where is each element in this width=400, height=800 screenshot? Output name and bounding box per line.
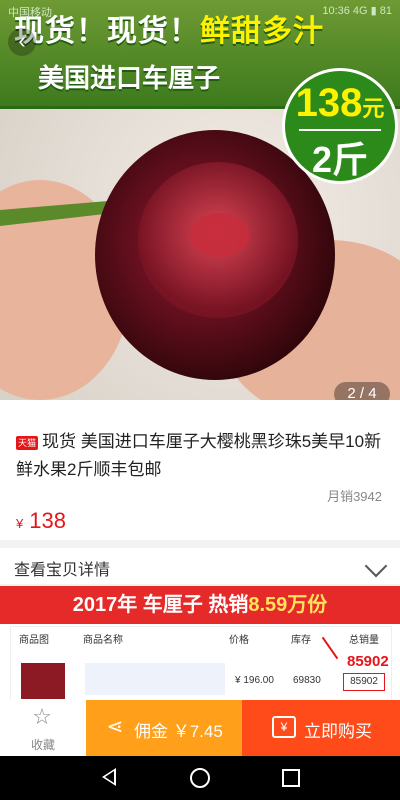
price-badge-unit: 元 [362,96,385,121]
table-price: ¥ 196.00 [235,675,274,686]
table-sales: 85902 [343,673,385,691]
product-price: ¥138 [16,508,66,534]
monthly-sales: 月销3942 [327,489,382,504]
buy-now-label: 立即购买 [304,722,372,741]
currency-symbol: ¥ [16,516,24,531]
chevron-down-icon [364,554,388,578]
col-name: 商品名称 [83,635,123,646]
commission-share-button[interactable]: ⋖ 佣金 ￥7.45 [86,700,242,756]
price-value: 138 [29,508,66,533]
sales-table: 商品图 商品名称 价格 库存 总销量 ¥ 196.00 69830 85902 … [10,626,392,700]
col-sales: 总销量 [349,635,379,646]
highlight-sales: 85902 [347,653,389,670]
action-bar: ☆ 收藏 ⋖ 佣金 ￥7.45 ¥ 立即购买 [0,700,400,756]
banner-subheadline: 美国进口车厘子 [38,63,221,93]
table-stock: 69830 [293,675,321,686]
image-counter: 2 / 4 [334,382,390,400]
product-page: 现货！现货！鲜甜多汁 美国进口车厘子 中国移动 10:36 4G ▮ 81 ‹ … [0,0,400,800]
product-info: 天猫 现货 美国进口车厘子大樱桃黑珍珠5美早10新鲜水果2斤顺丰包邮 月销394… [0,400,400,540]
nav-recents-icon[interactable] [282,769,300,787]
view-details-row[interactable]: 查看宝贝详情 [0,548,400,584]
col-stock: 库存 [291,635,311,646]
promo-headline-highlight: 8.59万份 [248,594,328,616]
price-badge: 138元 2斤 [282,68,398,184]
view-details-label: 查看宝贝详情 [14,562,111,579]
promo-headline: 2017年 车厘子 热销8.59万份 [0,586,400,624]
price-badge-number: 138 [295,81,363,125]
system-nav-bar [0,756,400,800]
carrier-label: 中国移动 [8,7,52,19]
nav-back-cutout [105,771,114,783]
table-product-thumbnail [21,663,65,699]
arrow-icon [321,636,339,660]
commission-label: 佣金 ￥7.45 [134,722,223,741]
star-icon: ☆ [32,704,52,729]
favorite-label: 收藏 [30,738,55,752]
table-product-name [85,663,225,695]
back-button[interactable]: ‹ [8,28,36,56]
col-image: 商品图 [19,635,49,646]
buy-now-button[interactable]: ¥ 立即购买 [242,700,400,756]
status-bar: 中国移动 10:36 4G ▮ 81 [0,0,400,22]
favorite-button[interactable]: ☆ 收藏 [0,700,86,756]
nav-home-icon[interactable] [190,768,210,788]
col-price: 价格 [229,635,249,646]
price-badge-qty: 2斤 [311,139,369,180]
promo-image: 2017年 车厘子 热销8.59万份 商品图 商品名称 价格 库存 总销量 ¥ … [0,586,400,700]
share-icon: ⋖ [106,716,124,738]
promo-headline-main: 2017年 车厘子 热销 [72,594,249,616]
chevron-left-icon: ‹ [18,28,26,53]
status-icons: 10:36 4G ▮ 81 [322,5,392,17]
product-image-carousel[interactable]: 现货！现货！鲜甜多汁 美国进口车厘子 中国移动 10:36 4G ▮ 81 ‹ … [0,0,400,400]
ticket-icon: ¥ [272,716,296,738]
product-title: 现货 美国进口车厘子大樱桃黑珍珠5美早10新鲜水果2斤顺丰包邮 [16,432,382,479]
price-badge-amount: 138元 [285,81,395,126]
